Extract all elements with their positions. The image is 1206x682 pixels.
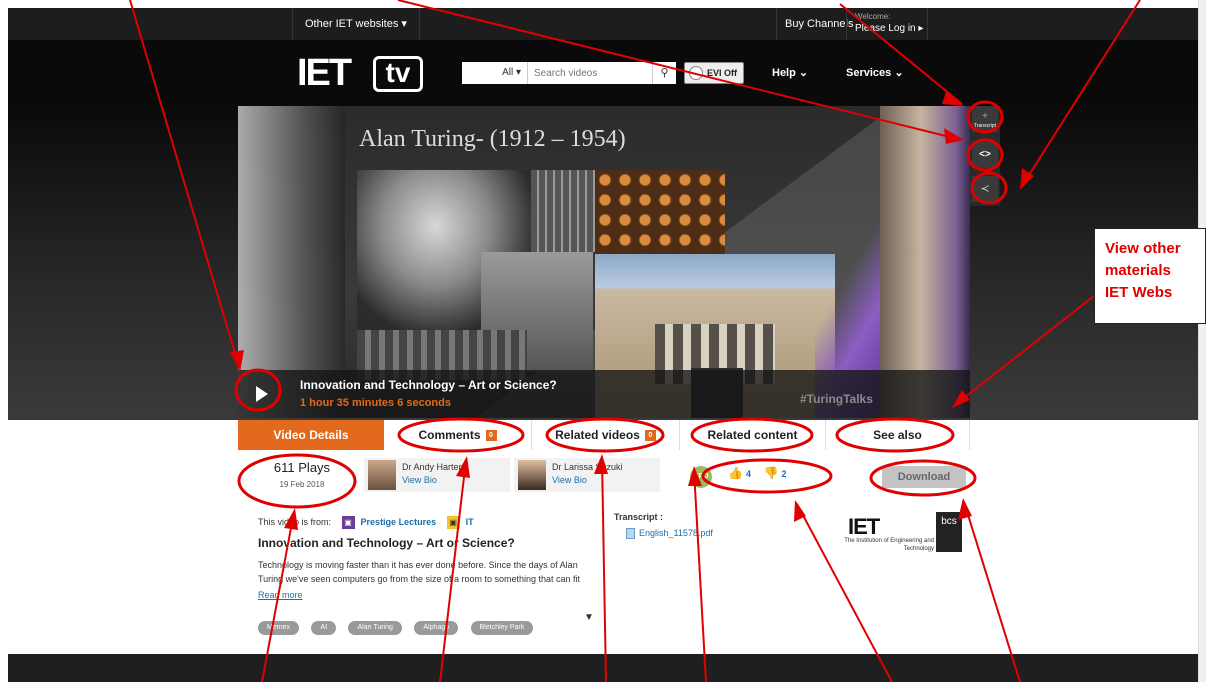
bombe-image <box>595 170 725 254</box>
search-scope-value: All <box>502 67 514 78</box>
share-button[interactable]: ≺ <box>972 176 998 202</box>
nav-services[interactable]: Services ⌄ <box>846 66 904 79</box>
bcs-logo: bcs <box>936 512 962 552</box>
machine-image <box>531 170 595 252</box>
chevron-down-icon: ⌄ <box>798 67 809 79</box>
hashtag-watermark: #TuringTalks <box>800 392 873 406</box>
avatar <box>368 460 396 490</box>
tab-video-details[interactable]: Video Details <box>238 420 384 450</box>
related-videos-count-badge: 0 <box>644 430 656 442</box>
chevron-down-icon: ⌄ <box>894 67 904 79</box>
comments-count-badge: 0 <box>485 430 497 442</box>
thumbs-down-icon[interactable]: 👎 <box>763 466 778 480</box>
scrollbar[interactable] <box>1198 0 1206 682</box>
read-more-link[interactable]: Read more <box>258 590 303 600</box>
tag-pill[interactable]: Memex <box>258 621 299 635</box>
tag-pill[interactable]: AI <box>311 621 337 635</box>
search-icon: ⚲ <box>660 67 669 79</box>
logo-iet-text: IET <box>297 52 352 94</box>
play-icon <box>256 386 268 402</box>
tab-label: Related videos <box>555 428 640 442</box>
thumbs-up-icon[interactable]: 👍 <box>728 466 743 480</box>
play-count: 611 Plays <box>273 460 331 475</box>
like-count: 4 <box>745 469 751 479</box>
nav-help-label: Help <box>772 67 796 79</box>
speaker-card: Dr Andy Harter View Bio <box>364 458 510 492</box>
from-label: This video is from: <box>258 516 332 527</box>
embed-button[interactable]: <> <box>972 142 998 168</box>
tab-comments[interactable]: Comments 0 <box>384 420 532 450</box>
page: Other IET websites ▾ Buy Channels Welcom… <box>0 0 1206 682</box>
cpd-badge: CPD <box>690 466 712 488</box>
evi-toggle[interactable]: EVI Off <box>684 62 744 84</box>
transcript-label: Transcript : <box>614 512 664 522</box>
tag-pill[interactable]: Bletchley Park <box>470 621 534 635</box>
avatar <box>518 460 546 490</box>
tag-pill[interactable]: Alphago <box>414 621 459 635</box>
expand-tags-chevron-icon[interactable]: ▼ <box>584 612 594 623</box>
collection-link[interactable]: Prestige Lectures <box>361 517 437 527</box>
transcript-button-label: Transcript <box>973 123 997 129</box>
top-utility-bar: Other IET websites ▾ Buy Channels Welcom… <box>8 8 1198 40</box>
tab-related-videos[interactable]: Related videos 0 <box>532 420 680 450</box>
other-iet-websites-menu[interactable]: Other IET websites ▾ <box>292 8 420 40</box>
iet-logo-text: The Institution of Engineering and Techn… <box>844 538 934 552</box>
video-duration: 1 hour 35 minutes 6 seconds <box>300 397 451 409</box>
iet-tv-logo[interactable]: IET tv <box>297 52 423 96</box>
tab-related-content[interactable]: Related content <box>680 420 826 450</box>
login-area[interactable]: Welcome: Please Log in ▸ <box>846 8 928 40</box>
footer-bar <box>8 654 1198 682</box>
search-bar: All ▾ ⚲ <box>462 62 676 84</box>
video-title: Innovation and Technology – Art or Scien… <box>300 378 557 392</box>
search-button[interactable]: ⚲ <box>652 62 676 84</box>
plays-stats: 611 Plays 19 Feb 2018 <box>262 460 342 489</box>
welcome-label: Welcome: <box>855 12 891 21</box>
tag-pill[interactable]: Alan Turing <box>348 621 402 635</box>
channel-link[interactable]: IT <box>466 517 474 527</box>
speaker-name: Dr Larissa Suzuki <box>552 462 623 472</box>
transcript-pdf-link[interactable]: English_11578.pdf <box>626 528 713 540</box>
speaker-name: Dr Andy Harter <box>402 462 462 472</box>
file-icon <box>626 528 635 540</box>
plus-icon: + <box>982 111 988 122</box>
tag-list: Memex AI Alan Turing Alphago Bletchley P… <box>258 616 541 635</box>
iet-institution-logo: IET The Institution of Engineering and T… <box>842 512 934 552</box>
rating-controls: 👍 4 👎 2 <box>728 466 796 486</box>
download-button[interactable]: Download <box>882 466 966 488</box>
slide-title: Alan Turing- (1912 – 1954) <box>359 126 626 152</box>
view-bio-link[interactable]: View Bio <box>402 475 437 485</box>
tab-see-also[interactable]: See also <box>826 420 970 450</box>
play-button[interactable] <box>244 376 276 412</box>
search-input[interactable] <box>528 62 652 84</box>
tab-label: Comments <box>418 428 481 442</box>
toggle-knob <box>689 66 703 80</box>
nav-services-label: Services <box>846 67 892 79</box>
transcript-file-name: English_11578.pdf <box>639 528 713 538</box>
transcript-button[interactable]: + Transcript <box>972 106 998 132</box>
speaker-card: Dr Larissa Suzuki View Bio <box>514 458 660 492</box>
nav-help[interactable]: Help ⌄ <box>772 66 808 79</box>
video-source-line: This video is from: ▣ Prestige Lectures ▣… <box>258 516 474 529</box>
prestige-lectures-icon: ▣ <box>341 516 355 529</box>
tab-label: Video Details <box>273 428 349 442</box>
evi-label: EVI Off <box>707 68 738 78</box>
video-heading: Innovation and Technology – Art or Scien… <box>258 536 515 550</box>
dislike-count: 2 <box>781 469 787 479</box>
caret-down-icon: ▾ <box>401 18 407 30</box>
login-link[interactable]: Please Log in ▸ <box>855 23 923 34</box>
embed-icon: <> <box>979 149 991 160</box>
other-iet-websites-label: Other IET websites <box>305 18 399 30</box>
search-scope-select[interactable]: All ▾ <box>462 62 528 84</box>
tab-label: See also <box>873 428 922 442</box>
share-icon: ≺ <box>980 183 990 195</box>
publish-date: 19 Feb 2018 <box>279 480 325 489</box>
annotation-callout: View other materials IET Webs <box>1094 228 1206 324</box>
view-bio-link[interactable]: View Bio <box>552 475 587 485</box>
logo-tv-text: tv <box>373 56 423 92</box>
video-description: Technology is moving faster than it has … <box>258 560 581 584</box>
it-channel-icon: ▣ <box>446 516 460 529</box>
tab-label: Related content <box>707 428 798 442</box>
